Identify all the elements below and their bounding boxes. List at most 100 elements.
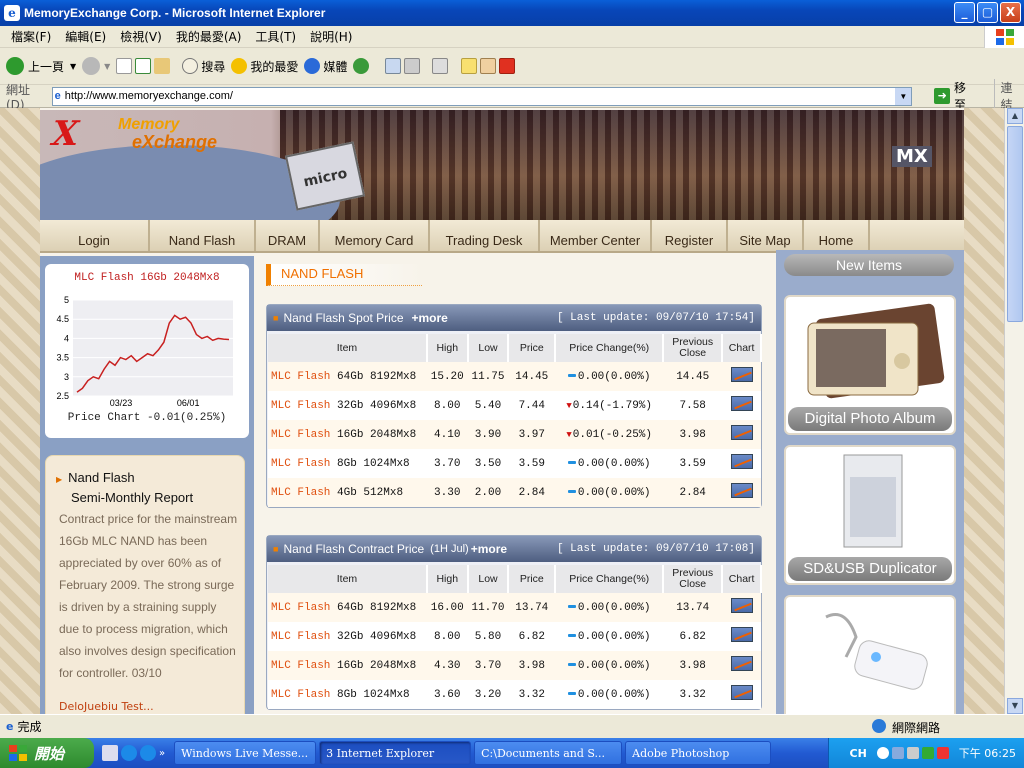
nav-memory-card[interactable]: Memory Card <box>320 220 430 251</box>
address-dropdown-icon[interactable]: ▼ <box>895 87 912 105</box>
quicklaunch-more-icon[interactable]: » <box>159 748 165 759</box>
nav-login[interactable]: Login <box>40 220 150 251</box>
report-link[interactable]: DeloJuebiu Test... <box>59 700 154 713</box>
flat-indicator-icon <box>567 605 576 609</box>
task-photoshop[interactable]: Adobe Photoshop <box>625 741 772 765</box>
search-button[interactable]: 搜尋 <box>182 58 225 75</box>
change-value: 0.00(0.00%) <box>577 370 651 383</box>
chart-icon[interactable] <box>730 396 753 411</box>
item-cell[interactable]: MLC Flash 8Gb 1024Mx8 <box>268 449 427 478</box>
item-cell[interactable]: MLC Flash 64Gb 8192Mx8 <box>268 362 427 391</box>
price-chart-box[interactable]: MLC Flash 16Gb 2048Mx8 2.5 3 3.5 4 4.5 5 03/23… <box>45 264 249 438</box>
tray-icon-user[interactable] <box>891 747 904 759</box>
chart-icon[interactable] <box>730 483 753 498</box>
menu-help[interactable]: 說明(H) <box>303 28 359 45</box>
quicklaunch-browser-icon[interactable] <box>140 745 156 761</box>
chart-icon[interactable] <box>730 367 753 382</box>
nav-register[interactable]: Register <box>652 220 728 251</box>
history-icon[interactable] <box>353 58 370 74</box>
change-cell: ▼0.14(-1.79%) <box>555 391 664 420</box>
task-internet-explorer[interactable]: 3 Internet Explorer <box>319 741 472 765</box>
scroll-down-icon[interactable]: ▼ <box>1007 698 1023 714</box>
forward-button[interactable]: ▼ <box>82 57 110 75</box>
spot-last-update: [ Last update: 09/07/10 17:54] <box>556 312 755 324</box>
favorites-button[interactable]: 我的最愛 <box>231 58 298 75</box>
chart-icon[interactable] <box>730 425 753 440</box>
menu-favorites[interactable]: 我的最愛(A) <box>169 28 249 45</box>
x-tick-label: 03/23 <box>110 398 133 408</box>
scroll-thumb[interactable] <box>1007 126 1023 322</box>
tray-icon-display[interactable] <box>906 747 919 759</box>
messenger-icon[interactable] <box>480 58 497 74</box>
product-duplicator[interactable]: SD&USB Duplicator <box>784 445 956 585</box>
go-arrow-icon[interactable]: ➜ <box>934 88 951 104</box>
item-cell[interactable]: MLC Flash 8Gb 1024Mx8 <box>268 680 427 709</box>
task-explorer-folder[interactable]: C:\Documents and S... <box>474 741 623 765</box>
tray-icon-antivirus[interactable] <box>936 747 949 759</box>
refresh-icon[interactable] <box>135 58 152 74</box>
language-indicator[interactable]: CH <box>850 747 867 760</box>
scroll-up-icon[interactable]: ▲ <box>1007 108 1023 124</box>
product-caption: Digital Photo Album <box>788 407 952 431</box>
chart-icon[interactable] <box>730 454 753 469</box>
task-messenger[interactable]: Windows Live Messe... <box>174 741 317 765</box>
chart-icon[interactable] <box>730 685 753 700</box>
item-cell[interactable]: MLC Flash 64Gb 8192Mx8 <box>268 593 427 622</box>
tray-icon-shield[interactable] <box>921 747 934 759</box>
nav-dram[interactable]: DRAM <box>256 220 320 251</box>
start-button[interactable]: 開始 <box>0 738 94 768</box>
nav-nand-flash[interactable]: Nand Flash <box>150 220 256 251</box>
menu-view[interactable]: 檢視(V) <box>113 28 169 45</box>
vertical-scrollbar[interactable]: ▲ ▼ <box>1004 108 1024 714</box>
item-spec: 8Gb 1024Mx8 <box>337 688 410 701</box>
bullet-icon: ■ <box>273 313 279 323</box>
low-cell: 11.75 <box>467 362 509 391</box>
menu-tools[interactable]: 工具(T) <box>248 28 303 45</box>
x-tick-label: 06/01 <box>177 398 200 408</box>
stop-icon[interactable] <box>116 58 133 74</box>
nav-trading-desk[interactable]: Trading Desk <box>430 220 540 251</box>
edit-icon[interactable] <box>432 58 449 74</box>
item-cell[interactable]: MLC Flash 32Gb 4096Mx8 <box>268 622 427 651</box>
home-icon[interactable] <box>154 58 171 74</box>
nav-member-center[interactable]: Member Center <box>540 220 652 251</box>
spot-more-link[interactable]: +more <box>412 311 448 325</box>
change-value: 0.14(-1.79%) <box>572 399 652 412</box>
close-button[interactable]: X <box>1000 2 1021 23</box>
maximize-button[interactable]: ▢ <box>977 2 998 23</box>
address-input[interactable]: e http://www.memoryexchange.com/ ▼ <box>51 86 913 106</box>
product-photo-album[interactable]: Digital Photo Album <box>784 295 956 435</box>
clock: 下午 06:25 <box>958 747 1016 760</box>
title-bar: e MemoryExchange Corp. - Microsoft Inter… <box>0 0 1024 26</box>
chart-icon[interactable] <box>730 656 753 671</box>
contract-more-link[interactable]: +more <box>471 542 507 556</box>
new-items-header: New Items <box>784 254 954 276</box>
chart-icon[interactable] <box>730 598 753 613</box>
discuss-icon[interactable] <box>461 58 478 74</box>
item-cell[interactable]: MLC Flash 32Gb 4096Mx8 <box>268 391 427 420</box>
back-button[interactable]: 上一頁 ▼ <box>6 57 76 75</box>
item-cell[interactable]: MLC Flash 4Gb 512Mx8 <box>268 478 427 507</box>
tray-icon-network[interactable] <box>876 747 889 759</box>
quicklaunch-ie-icon[interactable] <box>121 745 137 761</box>
nav-home[interactable]: Home <box>804 220 870 251</box>
quicklaunch-word-icon[interactable] <box>102 745 118 761</box>
report-title[interactable]: Nand Flash <box>56 470 134 485</box>
chart-caption: Price Chart -0.01(0.25%) <box>67 412 227 424</box>
high-cell: 4.10 <box>426 420 468 449</box>
menu-file[interactable]: 檔案(F) <box>4 28 58 45</box>
chart-icon[interactable] <box>730 627 753 642</box>
research-icon[interactable] <box>499 58 516 74</box>
media-button[interactable]: 媒體 <box>304 58 347 75</box>
col-chart: Chart <box>722 565 762 593</box>
report-subtitle[interactable]: Semi-Monthly Report <box>71 490 193 505</box>
mail-icon[interactable] <box>385 58 402 74</box>
nav-site-map[interactable]: Site Map <box>728 220 804 251</box>
print-icon[interactable] <box>404 58 421 74</box>
item-cell[interactable]: MLC Flash 16Gb 2048Mx8 <box>268 651 427 680</box>
product-card-reader[interactable] <box>784 595 956 714</box>
item-cell[interactable]: MLC Flash 16Gb 2048Mx8 <box>268 420 427 449</box>
minimize-button[interactable]: _ <box>954 2 975 23</box>
menu-edit[interactable]: 編輯(E) <box>58 28 113 45</box>
contract-period: (1H Jul) <box>430 543 469 555</box>
